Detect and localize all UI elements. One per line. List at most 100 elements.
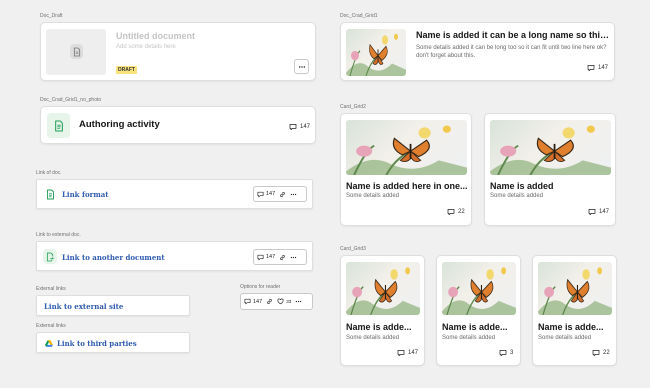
more-horizontal-icon <box>298 63 306 71</box>
authoring-activity-card[interactable]: Authoring activity 147 <box>40 106 316 144</box>
comment-icon <box>588 208 596 216</box>
label-link-of-doc: Link of doc. <box>36 170 62 176</box>
document-icon <box>46 189 55 200</box>
card-photo <box>346 262 420 315</box>
butterfly-photo-icon <box>346 120 467 175</box>
label-card-grid3: Card_Grid3 <box>340 246 366 252</box>
draft-badge: DRAFT <box>116 66 137 74</box>
comment-icon <box>587 64 595 72</box>
link-format-text[interactable]: Link format <box>62 190 109 199</box>
card-photo <box>346 29 406 76</box>
document-icon <box>47 113 70 138</box>
google-drive-icon <box>45 340 53 347</box>
card-photo <box>442 262 516 315</box>
grid3-card-2[interactable]: Name is adde... Some details added 3 <box>436 255 521 366</box>
document-placeholder-icon <box>70 44 83 59</box>
comment-button[interactable]: 147 <box>257 191 275 198</box>
butterfly-photo-icon <box>346 29 406 76</box>
butterfly-photo-icon <box>538 262 612 315</box>
card-title: Name is adde... <box>346 322 412 332</box>
comment-icon <box>592 349 600 357</box>
link-another-text[interactable]: Link to another document <box>62 253 165 262</box>
link-external-site-row[interactable]: Link to external site <box>36 295 190 316</box>
document-export-icon <box>43 249 57 264</box>
more-horizontal-icon[interactable] <box>295 298 302 305</box>
draft-doc-card[interactable]: Untitled document Add some details here … <box>40 22 316 81</box>
label-options-for-reader: Options for reader <box>240 284 281 290</box>
comment-count-value: 147 <box>300 124 311 130</box>
card-photo <box>346 120 467 175</box>
card-title: Name is added here in one... <box>346 181 468 191</box>
link-external-text[interactable]: Link to external site <box>44 302 123 311</box>
heart-icon <box>277 298 284 305</box>
comment-count: 147 <box>587 64 608 72</box>
comment-count-value: 147 <box>599 209 610 215</box>
comment-count: 3 <box>499 349 513 357</box>
comment-count: 147 <box>289 123 310 131</box>
comment-count: 22 <box>447 208 465 216</box>
label-doc-draft: Doc_Draft <box>40 13 63 19</box>
comment-icon <box>289 123 297 131</box>
comment-icon <box>244 298 251 305</box>
link-another-toolbar: 147 <box>253 249 307 265</box>
link-third-parties-row[interactable]: Link to third parties <box>36 332 190 353</box>
link-third-text[interactable]: Link to third parties <box>57 339 137 348</box>
comment-icon <box>447 208 455 216</box>
card-photo <box>538 262 612 315</box>
label-doc-grid1-no-photo: Doc_Crad_Grid1_no_photo <box>40 97 102 103</box>
card-title: Name is adde... <box>442 322 508 332</box>
like-button[interactable]: 33 <box>277 298 291 305</box>
comment-icon <box>499 349 507 357</box>
label-card-grid2: Card_Grid2 <box>340 104 366 110</box>
card-subtitle: Some details added it can be long too so… <box>416 45 607 59</box>
card-subtitle: Some details added <box>538 335 592 341</box>
more-button[interactable] <box>294 59 309 74</box>
grid3-card-1[interactable]: Name is adde... Some details added 147 <box>340 255 425 366</box>
card-subtitle: Some details added <box>346 335 400 341</box>
comment-count: 147 <box>397 349 418 357</box>
label-external-links-2: External links <box>36 323 66 329</box>
link-icon[interactable] <box>279 254 286 261</box>
card-title: Name is adde... <box>538 322 604 332</box>
comment-count-value: 147 <box>598 65 609 71</box>
draft-title[interactable]: Untitled document <box>116 31 195 41</box>
comment-icon <box>257 191 264 198</box>
comment-button[interactable]: 147 <box>257 254 275 261</box>
link-icon[interactable] <box>266 298 273 305</box>
comment-count: 147 <box>588 208 609 216</box>
label-link-to-external-doc: Link to external doc. <box>36 232 81 238</box>
butterfly-photo-icon <box>442 262 516 315</box>
more-horizontal-icon[interactable] <box>290 191 297 198</box>
card-title: Name is added <box>490 181 554 191</box>
card-subtitle: Some details added <box>346 193 400 199</box>
grid2-card-2[interactable]: Name is added Some details added 147 <box>484 113 616 226</box>
comment-button[interactable]: 147 <box>244 298 262 305</box>
comment-count-value: 22 <box>458 209 465 215</box>
comment-count-value: 3 <box>510 350 514 356</box>
grid3-card-3[interactable]: Name is adde... Some details added 22 <box>532 255 617 366</box>
label-doc-grid1: Doc_Crad_Grid1 <box>340 13 378 19</box>
doc-grid1-card[interactable]: Name is added it can be a long name so t… <box>340 22 615 81</box>
comment-count-value: 22 <box>603 350 610 356</box>
label-external-links-1: External links <box>36 286 66 292</box>
butterfly-photo-icon <box>490 120 611 175</box>
link-icon[interactable] <box>279 191 286 198</box>
butterfly-photo-icon <box>346 262 420 315</box>
card-photo <box>490 120 611 175</box>
comment-count-value: 147 <box>408 350 419 356</box>
card-subtitle: Some details added <box>442 335 496 341</box>
more-horizontal-icon[interactable] <box>290 254 297 261</box>
draft-thumbnail <box>46 29 106 75</box>
comment-count-value: 147 <box>266 254 276 260</box>
link-format-toolbar: 147 <box>253 186 307 202</box>
card-subtitle: Some details added <box>490 193 544 199</box>
comment-icon <box>257 254 264 261</box>
link-another-doc-row[interactable]: Link to another document 147 <box>36 241 313 271</box>
draft-subtitle[interactable]: Add some details here <box>116 44 176 50</box>
authoring-title: Authoring activity <box>79 119 160 130</box>
comment-icon <box>397 349 405 357</box>
grid2-card-1[interactable]: Name is added here in one... Some detail… <box>340 113 472 226</box>
reader-options-toolbar: 147 33 <box>240 293 313 310</box>
link-format-row[interactable]: Link format 147 <box>36 179 313 209</box>
comment-count-value: 147 <box>253 298 263 305</box>
